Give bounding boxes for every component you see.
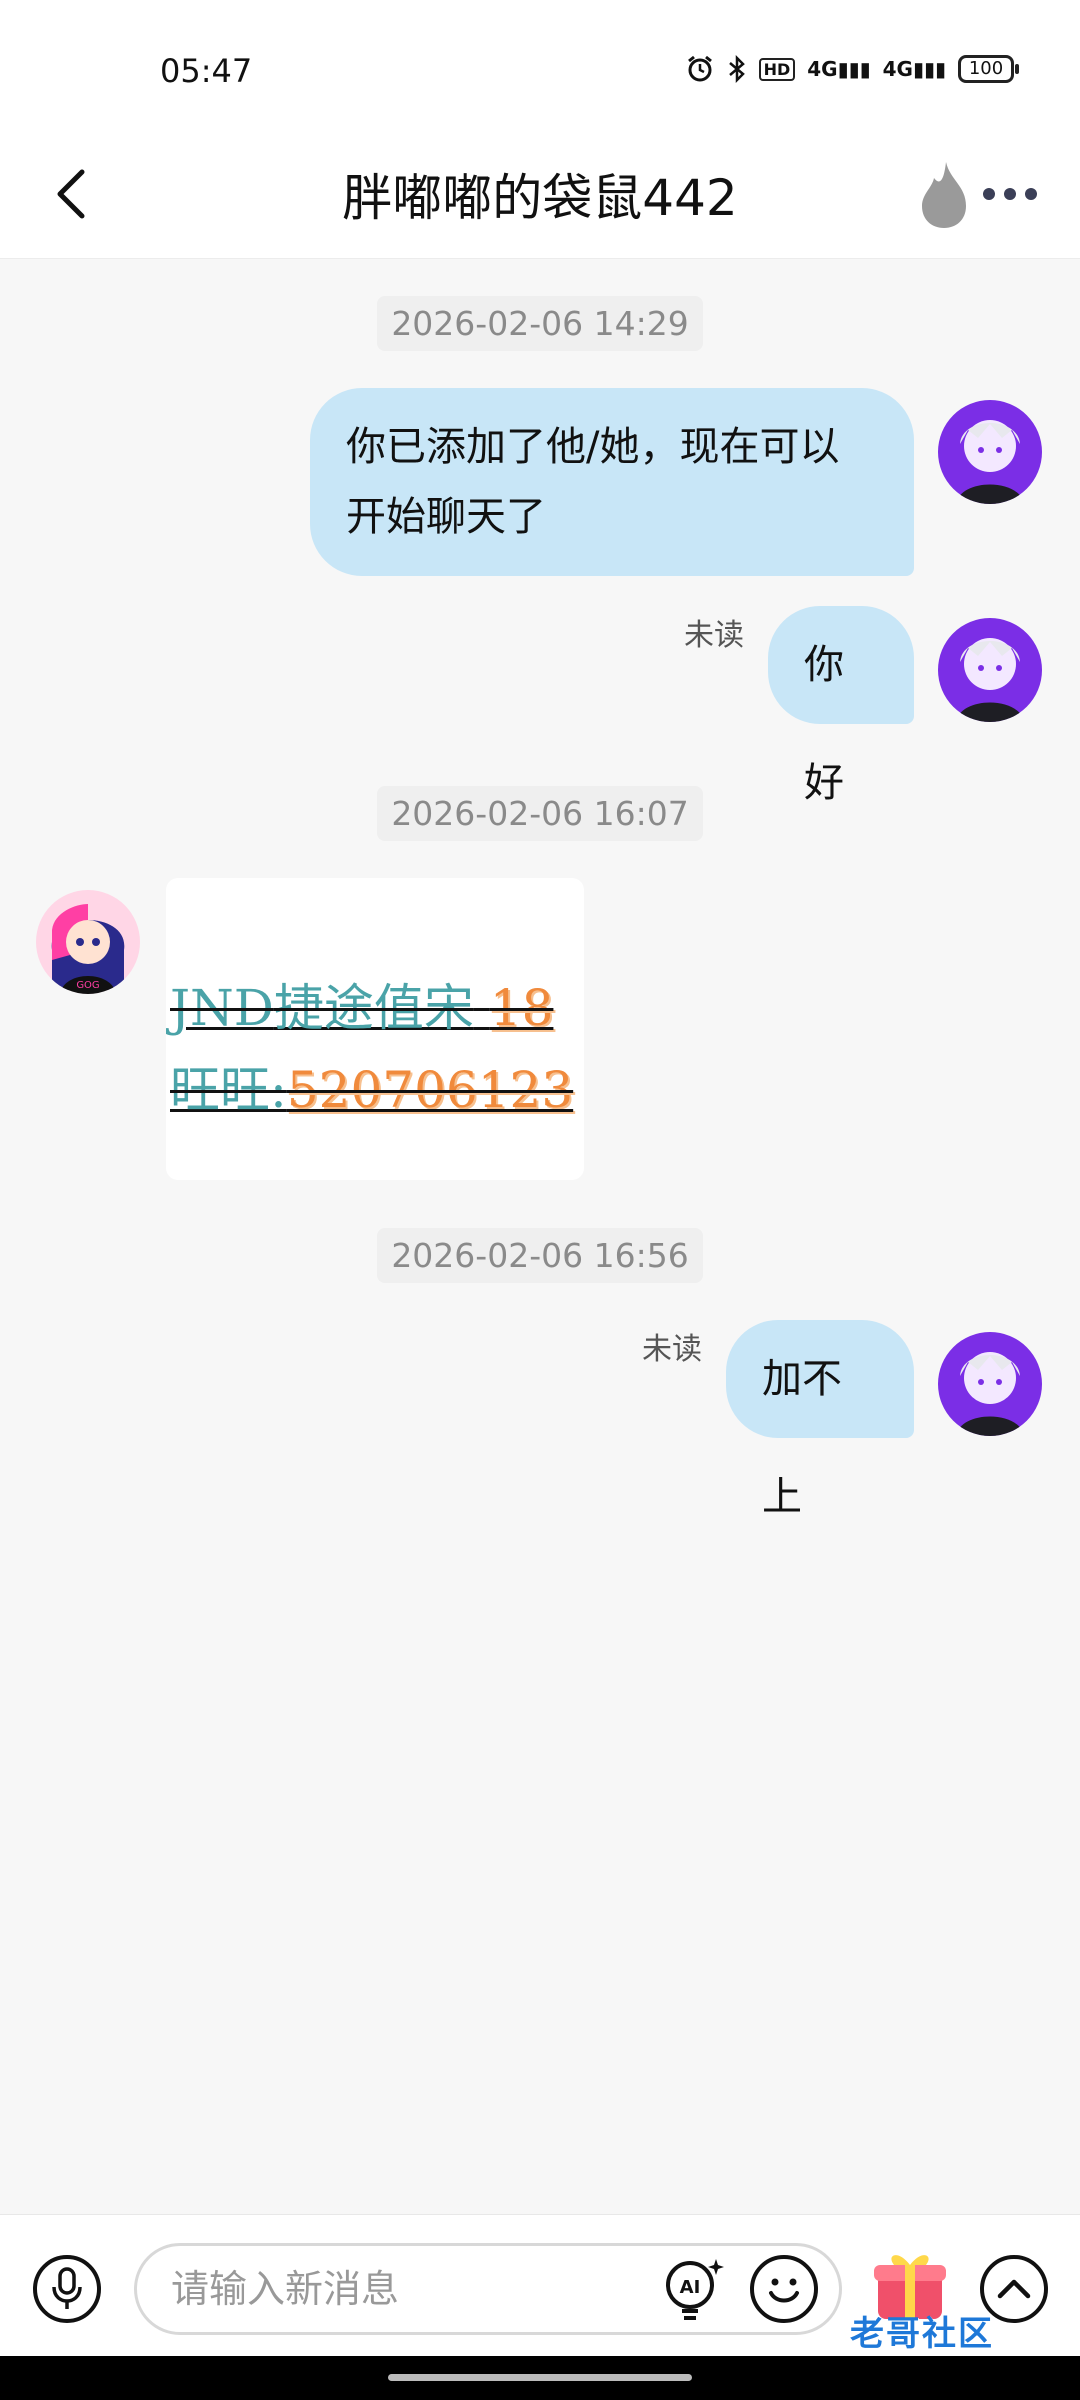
- image-text-segment: 捷途值宋: [273, 979, 474, 1037]
- fire-button[interactable]: [910, 154, 980, 234]
- chat-header: 胖嘟嘟的袋鼠442: [0, 130, 1080, 259]
- image-text-line: JND捷途值宋 18: [170, 968, 553, 1040]
- image-text-segment: JND: [170, 979, 274, 1037]
- avatar-image: [938, 1332, 1042, 1436]
- my-avatar[interactable]: [938, 1332, 1042, 1436]
- navigation-bar: [0, 2356, 1080, 2400]
- smiley-icon: [769, 2278, 799, 2303]
- ai-label: AI: [680, 2277, 701, 2298]
- status-icons: HD 4G▮▮▮ 4G▮▮▮ 100: [685, 54, 1019, 84]
- timestamp: 2026-02-06 14:29: [0, 296, 1080, 351]
- timestamp: 2026-02-06 16:56: [0, 1228, 1080, 1283]
- ai-button[interactable]: AI: [660, 2255, 728, 2323]
- message-bubble[interactable]: 加不上: [726, 1320, 914, 1520]
- status-bar: 05:47 HD 4G▮▮▮ 4G▮▮▮ 100: [0, 0, 1080, 130]
- more-button[interactable]: [975, 164, 1045, 224]
- chevron-up-icon: [997, 2279, 1031, 2299]
- voice-button[interactable]: [33, 2255, 101, 2323]
- svg-text:GOG: GOG: [76, 980, 99, 991]
- timestamp: 2026-02-06 16:07: [0, 786, 1080, 841]
- message-text: 加不上: [762, 1356, 842, 1520]
- flame-icon: [922, 162, 966, 228]
- avatar-image: [938, 618, 1042, 722]
- more-icon: [983, 188, 1037, 200]
- signal-icon-2: 4G▮▮▮: [882, 57, 946, 81]
- message-text-line: 你已添加了他/她，现在可以: [346, 424, 840, 470]
- image-text-line: 旺旺:520706123: [170, 1050, 573, 1122]
- message-bubble[interactable]: 你已添加了他/她，现在可以 开始聊天了: [310, 388, 914, 576]
- watermark: 老哥社区: [850, 2314, 994, 2354]
- bluetooth-icon: [728, 54, 745, 84]
- alarm-icon: [687, 55, 712, 82]
- status-time: 05:47: [160, 52, 253, 90]
- message-text: 你好: [804, 642, 844, 806]
- image-text-segment: 520706123: [286, 1061, 574, 1119]
- unread-status: 未读: [684, 618, 744, 653]
- hd-icon: HD: [758, 57, 796, 81]
- avatar-image: [938, 400, 1042, 504]
- image-text-segment: 18: [489, 979, 554, 1037]
- unread-status: 未读: [642, 1332, 702, 1367]
- message-bubble[interactable]: 你好: [768, 606, 914, 806]
- message-input[interactable]: [134, 2243, 842, 2335]
- signal-icon: 4G▮▮▮: [807, 57, 871, 81]
- battery-icon: 100: [958, 55, 1019, 83]
- image-text-segment: 旺旺:: [170, 1061, 287, 1119]
- home-indicator[interactable]: [388, 2374, 692, 2381]
- emoji-button[interactable]: [750, 2255, 818, 2323]
- contact-avatar[interactable]: GOG: [36, 890, 140, 994]
- avatar-image: GOG: [36, 890, 140, 994]
- microphone-icon: [52, 2267, 82, 2309]
- message-text-line: 开始聊天了: [346, 494, 546, 540]
- my-avatar[interactable]: [938, 618, 1042, 722]
- ai-lightbulb-icon: AI: [666, 2259, 724, 2320]
- my-avatar[interactable]: [938, 400, 1042, 504]
- image-message[interactable]: JND捷途值宋 18 旺旺:520706123: [166, 878, 584, 1180]
